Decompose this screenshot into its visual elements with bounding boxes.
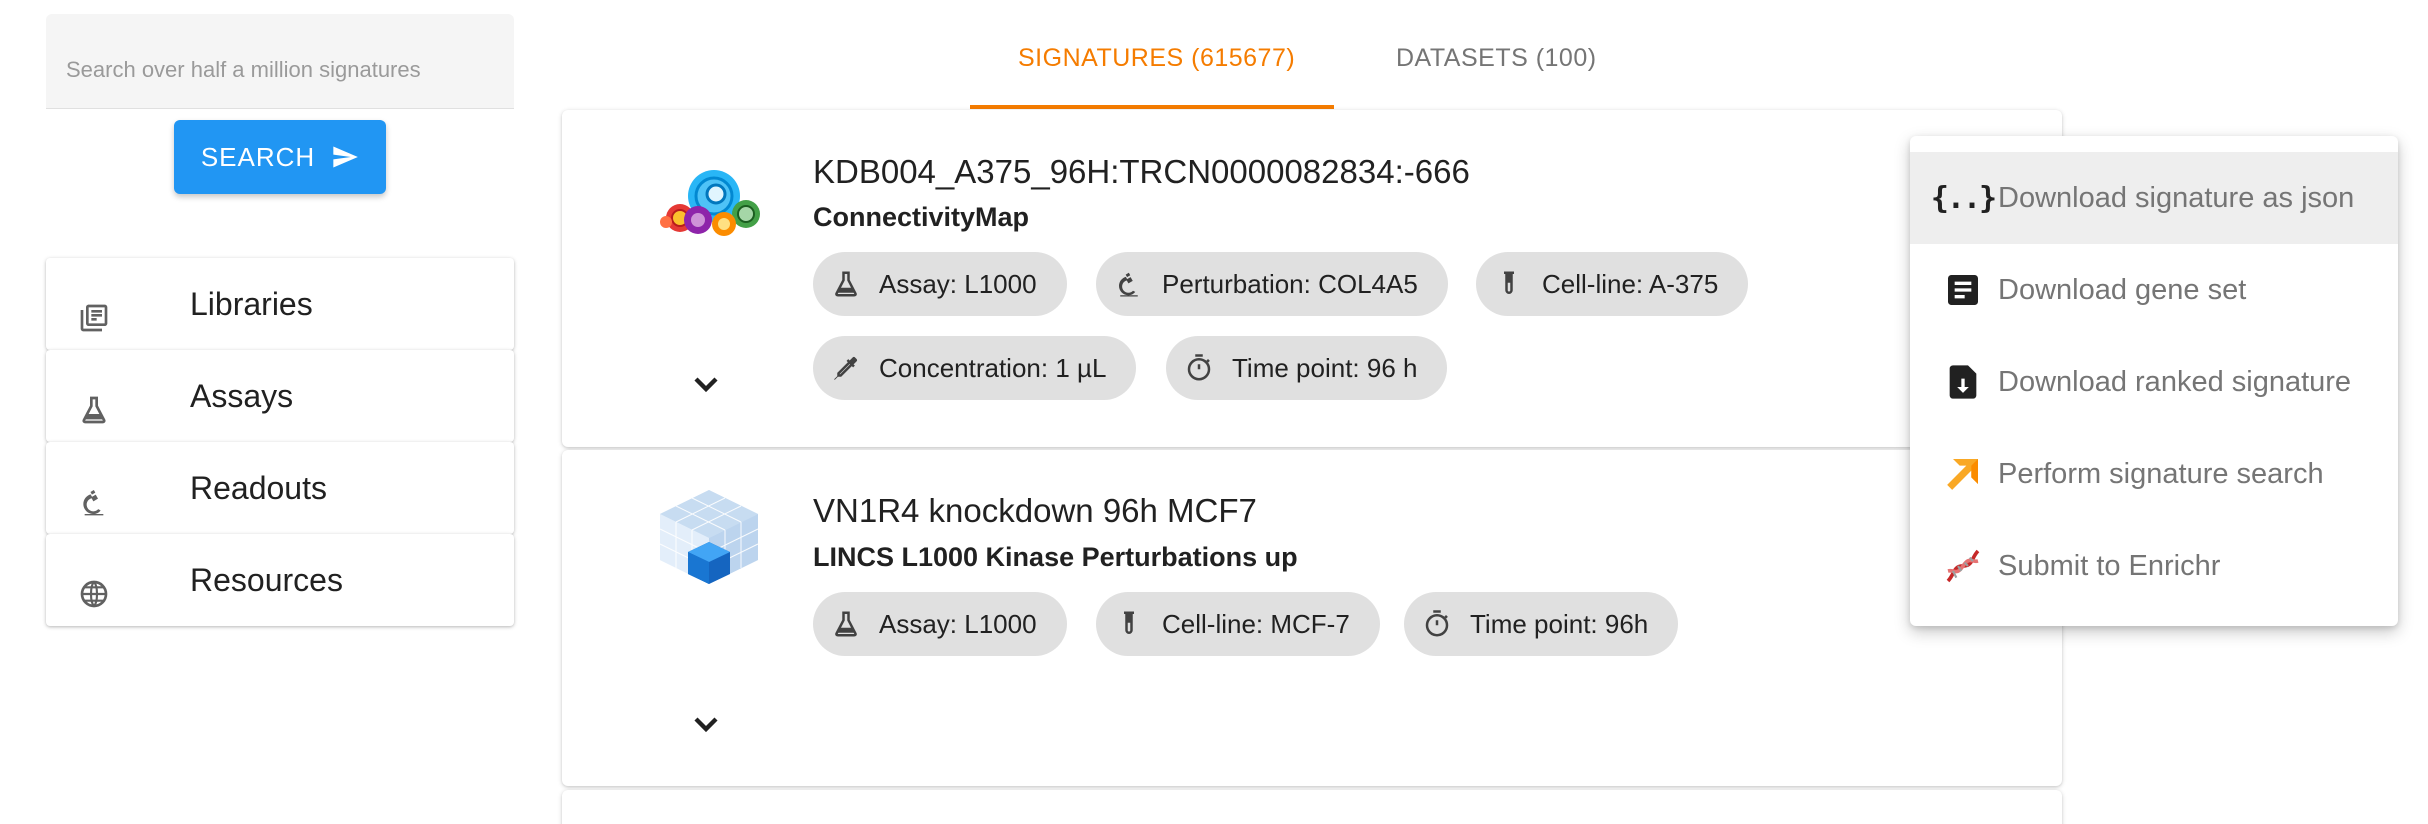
search-button-label: SEARCH (200, 141, 316, 172)
menu-item-label: Download signature as json (1998, 181, 2355, 214)
send-icon (333, 146, 359, 168)
chip-label: Time point: 96 h (1232, 352, 1418, 383)
chip-label: Perturbation: COL4A5 (1162, 268, 1418, 299)
sidebar-item-resources[interactable]: Resources (46, 534, 514, 626)
download-menu: {..} Download signature as json Download… (1910, 136, 2398, 626)
microscope-icon (83, 490, 104, 516)
library-books-icon (80, 304, 108, 332)
signature-card: KDB004_A375_96H:TRCN0000082834:-666 Conn… (562, 110, 2062, 447)
sidebar-item-label: Libraries (190, 286, 313, 322)
signature-card (562, 790, 2062, 824)
menu-item-download-json[interactable]: {..} Download signature as json (1910, 152, 2398, 244)
library-name[interactable]: LINCS L1000 Kinase Perturbations up (813, 542, 1298, 573)
menu-item-submit-enrichr[interactable]: Submit to Enrichr (1910, 520, 2398, 612)
arrow-up-right-icon (1940, 451, 1986, 497)
menu-item-download-gene-set[interactable]: Download gene set (1910, 244, 2398, 336)
sidebar-nav: Libraries Assays Readouts Resources (46, 258, 514, 626)
chip-time-point[interactable]: Time point: 96h (1404, 592, 1679, 656)
chip-assay[interactable]: Assay: L1000 (813, 592, 1067, 656)
file-download-icon (1940, 359, 1986, 405)
chip-label: Cell-line: A-375 (1542, 268, 1719, 299)
search-button[interactable]: SEARCH (174, 120, 386, 194)
test-tube-icon (1124, 611, 1134, 634)
chip-concentration[interactable]: Concentration: 1 µL (813, 336, 1137, 400)
flask-icon (82, 396, 106, 424)
sidebar-item-label: Assays (190, 378, 294, 414)
sidebar-item-label: Resources (190, 562, 343, 598)
signature-card: VN1R4 knockdown 96h MCF7 LINCS L1000 Kin… (562, 450, 2062, 786)
chip-perturbation[interactable]: Perturbation: COL4A5 (1096, 252, 1448, 316)
flask-icon (835, 271, 857, 297)
signature-title[interactable]: VN1R4 knockdown 96h MCF7 (813, 492, 1257, 530)
connectivity-map-logo (660, 170, 760, 236)
chip-label: Time point: 96h (1470, 608, 1649, 639)
chevron-down-icon[interactable] (686, 364, 726, 404)
sidebar-item-libraries[interactable]: Libraries (46, 258, 514, 350)
tab-signatures[interactable]: SIGNATURES (615677) (1018, 44, 1295, 73)
menu-item-download-ranked[interactable]: Download ranked signature (1910, 336, 2398, 428)
sidebar-item-label: Readouts (190, 470, 327, 506)
lincs-cube-logo (659, 490, 759, 584)
tab-datasets[interactable]: DATASETS (100) (1396, 44, 1597, 73)
menu-item-signature-search[interactable]: Perform signature search (1910, 428, 2398, 520)
chip-label: Cell-line: MCF-7 (1162, 608, 1350, 639)
flask-icon (835, 611, 857, 637)
chip-time-point[interactable]: Time point: 96 h (1166, 336, 1448, 400)
chip-label: Assay: L1000 (879, 268, 1037, 299)
sidebar-item-assays[interactable]: Assays (46, 350, 514, 442)
test-tube-icon (1504, 271, 1514, 294)
menu-item-label: Perform signature search (1998, 457, 2324, 490)
microscope-icon (1119, 272, 1138, 297)
document-icon (1940, 267, 1986, 313)
json-icon: {..} (1930, 180, 1997, 216)
search-input[interactable] (66, 52, 496, 88)
chip-cell-line[interactable]: Cell-line: MCF-7 (1096, 592, 1380, 656)
chip-label: Assay: L1000 (879, 608, 1037, 639)
library-name[interactable]: ConnectivityMap (813, 202, 1029, 233)
chip-cell-line[interactable]: Cell-line: A-375 (1476, 252, 1749, 316)
chip-label: Concentration: 1 µL (879, 352, 1107, 383)
pipette-icon (834, 356, 857, 380)
timer-icon (1425, 610, 1449, 637)
sidebar-item-readouts[interactable]: Readouts (46, 442, 514, 534)
menu-item-label: Submit to Enrichr (1998, 549, 2221, 582)
chevron-down-icon[interactable] (686, 704, 726, 744)
dna-icon (1940, 543, 1986, 589)
menu-item-label: Download gene set (1998, 273, 2247, 306)
search-field[interactable] (46, 14, 514, 109)
timer-icon (1187, 354, 1211, 381)
signature-title[interactable]: KDB004_A375_96H:TRCN0000082834:-666 (813, 153, 1470, 191)
chip-assay[interactable]: Assay: L1000 (813, 252, 1067, 316)
active-tab-indicator (970, 105, 1334, 109)
globe-icon (80, 580, 108, 608)
menu-item-label: Download ranked signature (1998, 365, 2352, 398)
